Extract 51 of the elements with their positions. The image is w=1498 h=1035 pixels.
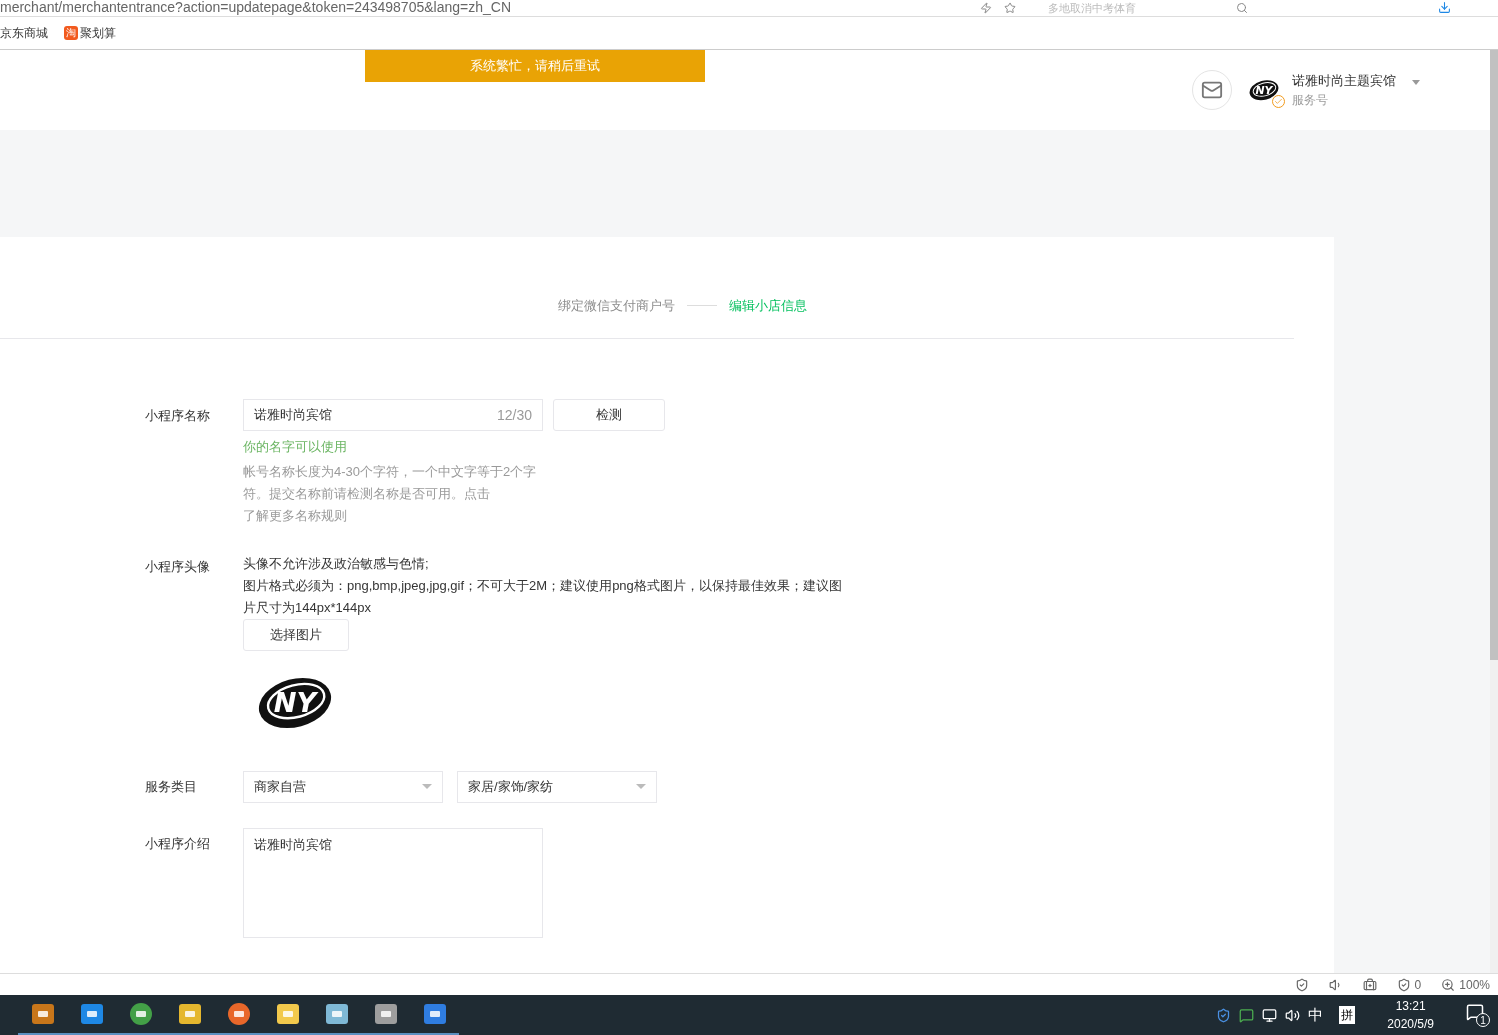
search-icon[interactable]	[1236, 2, 1248, 14]
scrollbar[interactable]	[1490, 50, 1498, 973]
avatar-rule: 头像不允许涉及政治敏感与色情;	[243, 554, 430, 573]
download-icon[interactable]	[1438, 1, 1451, 14]
clock-time[interactable]: 13:21	[1395, 997, 1426, 1015]
step-label: 绑定微信支付商户号	[557, 296, 675, 315]
account-name: 诺雅时尚主题宾馆	[1292, 72, 1396, 91]
field-label: 小程序名称	[145, 407, 211, 425]
bookmark[interactable]: 聚划算	[80, 24, 116, 42]
clock-date[interactable]: 2020/5/9	[1387, 1015, 1434, 1033]
app-icon[interactable]	[226, 1002, 251, 1026]
error-toast: 系统繁忙，请稍后重试	[365, 50, 705, 82]
bookmark[interactable]: 京东商城	[0, 24, 48, 42]
address-url[interactable]: merchant/merchantentrance?action=updatepage&token=243498705&lang=zh_CN	[0, 0, 980, 16]
field-label: 小程序介绍	[145, 834, 211, 853]
shield-icon[interactable]	[1294, 977, 1309, 992]
toolbox-icon[interactable]	[1362, 977, 1377, 992]
field-label: 小程序头像	[145, 557, 211, 576]
caret-icon	[636, 784, 646, 789]
ad-count: 0	[1414, 976, 1422, 994]
app-icon[interactable]	[373, 1002, 398, 1026]
notification-badge: 1	[1476, 1013, 1490, 1027]
network-icon[interactable]	[1262, 1007, 1278, 1023]
category-select[interactable]: 商家自营	[243, 770, 443, 803]
ime-indicator[interactable]: 中	[1308, 1003, 1324, 1027]
name-input[interactable]: 诺雅时尚宾馆 12/30	[243, 399, 543, 431]
chat-icon[interactable]	[1239, 1007, 1255, 1023]
avatar-rule: 图片格式必须为：png,bmp,jpeg,jpg,gif；不可大于2M；建议使用png格式图片，以保持最佳效果；建议图片尺寸为144px*144px	[243, 576, 843, 617]
account-type: 服务号	[1292, 91, 1329, 109]
volume-icon[interactable]	[1285, 1007, 1301, 1023]
zoom-icon[interactable]	[1441, 977, 1456, 992]
taobao-icon: 淘	[64, 26, 78, 40]
category-select[interactable]: 家居/家饰/家纺	[457, 770, 657, 803]
choose-image-button[interactable]: 选择图片	[243, 618, 349, 651]
star-icon[interactable]	[1004, 2, 1016, 14]
ad-block-icon[interactable]	[1396, 977, 1411, 992]
caret-icon	[422, 784, 432, 789]
char-counter: 12/30	[496, 405, 532, 425]
field-label: 服务类目	[145, 777, 198, 796]
step-label: 编辑小店信息	[728, 296, 807, 315]
mail-icon	[1201, 79, 1223, 101]
name-status: 你的名字可以使用	[243, 438, 348, 456]
lightning-icon[interactable]	[980, 2, 992, 14]
shield-icon[interactable]	[1216, 1007, 1232, 1023]
app-icon[interactable]	[79, 1002, 104, 1026]
intro-textarea[interactable]: 诺雅时尚宾馆	[243, 827, 543, 938]
account-avatar: NY	[1248, 78, 1280, 102]
ime-mode[interactable]: 拼	[1339, 1006, 1356, 1024]
zoom-level[interactable]: 100%	[1459, 975, 1490, 994]
check-button[interactable]: 检测	[553, 399, 665, 431]
caret-icon[interactable]	[1412, 79, 1420, 85]
